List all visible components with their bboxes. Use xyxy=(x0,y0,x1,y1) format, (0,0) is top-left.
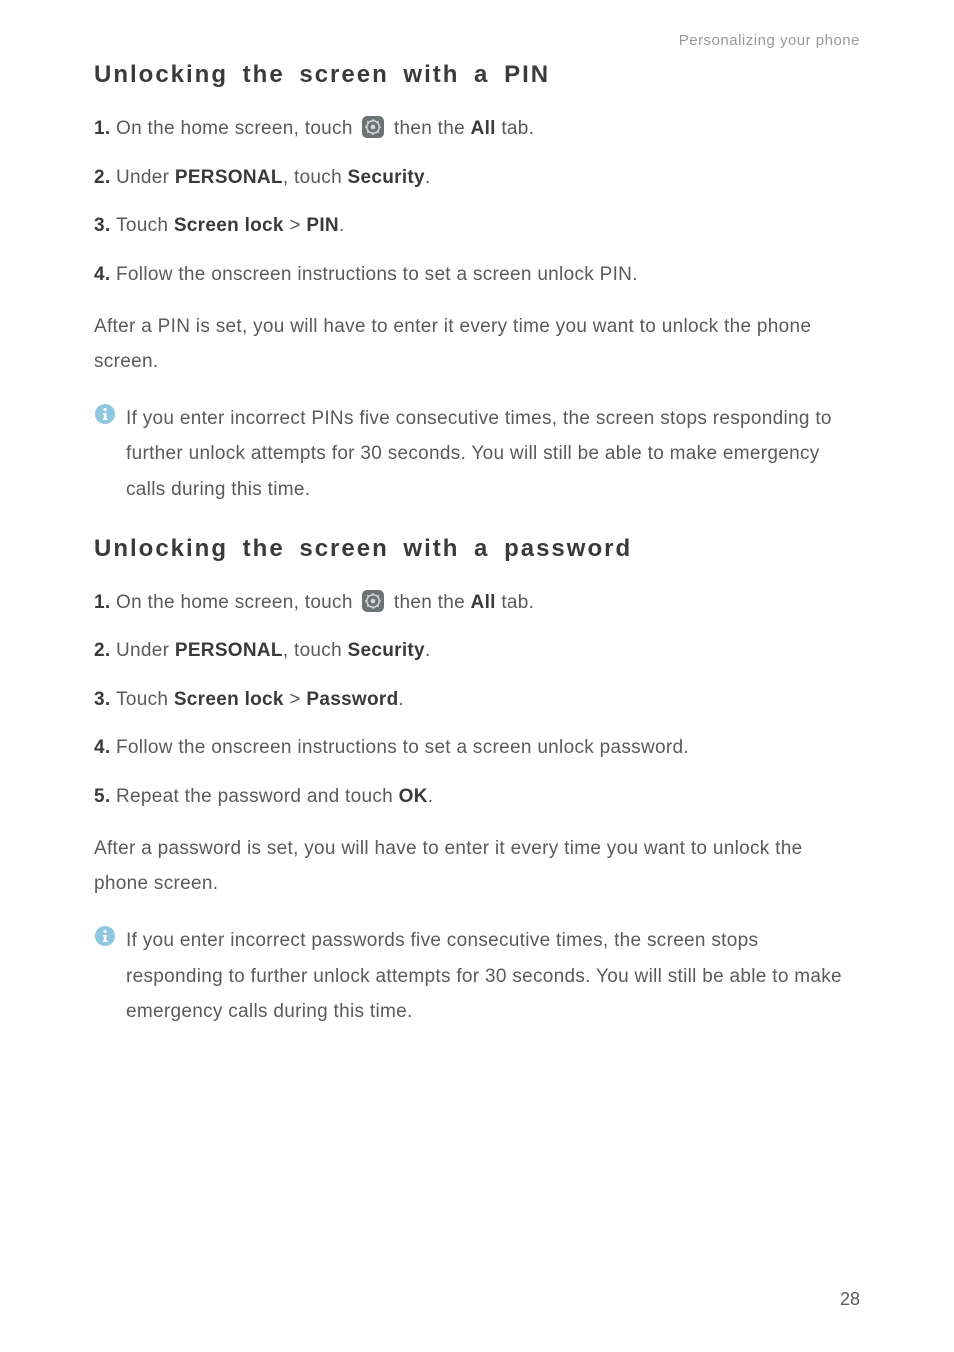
all-tab-label: All xyxy=(471,118,496,139)
section-heading-pin: Unlocking the screen with a PIN xyxy=(94,61,860,89)
step-text: , touch xyxy=(283,640,348,661)
after-pin-paragraph: After a PIN is set, you will have to ent… xyxy=(94,309,860,379)
gt-separator: > xyxy=(284,689,307,710)
step-text: , touch xyxy=(283,167,348,188)
step-text: Follow the onscreen instructions to set … xyxy=(116,737,689,758)
note-block-password: If you enter incorrect passwords five co… xyxy=(94,923,860,1028)
step-text: tab. xyxy=(496,118,534,139)
step-text: . xyxy=(425,640,431,661)
settings-icon xyxy=(362,116,384,138)
step-number: 2. xyxy=(94,640,116,661)
note-block-pin: If you enter incorrect PINs five consecu… xyxy=(94,401,860,506)
step-number: 2. xyxy=(94,167,116,188)
screen-lock-label: Screen lock xyxy=(174,689,284,710)
step-text: Repeat the password and touch xyxy=(116,786,399,807)
step-text: Follow the onscreen instructions to set … xyxy=(116,264,638,285)
security-label: Security xyxy=(348,167,425,188)
info-icon xyxy=(94,403,116,425)
document-page: Personalizing your phone Unlocking the s… xyxy=(0,0,954,1352)
step-number: 3. xyxy=(94,689,116,710)
section-heading-password: Unlocking the screen with a password xyxy=(94,535,860,563)
screen-lock-label: Screen lock xyxy=(174,215,284,236)
step-text: Touch xyxy=(116,689,174,710)
step-text: On the home screen, touch xyxy=(116,118,358,139)
page-number: 28 xyxy=(840,1289,860,1310)
pin-label: PIN xyxy=(306,215,339,236)
step-number: 3. xyxy=(94,215,116,236)
gt-separator: > xyxy=(284,215,307,236)
step-text: tab. xyxy=(496,592,534,613)
settings-icon xyxy=(362,590,384,612)
note-text: If you enter incorrect PINs five consecu… xyxy=(126,401,860,506)
step-3-pin: 3. Touch Screen lock > PIN. xyxy=(94,212,860,241)
step-number: 5. xyxy=(94,786,116,807)
step-4-pin: 4. Follow the onscreen instructions to s… xyxy=(94,261,860,290)
step-5-password: 5. Repeat the password and touch OK. xyxy=(94,783,860,812)
step-text: Touch xyxy=(116,215,174,236)
step-text: then the xyxy=(388,118,470,139)
step-number: 4. xyxy=(94,264,116,285)
personal-label: PERSONAL xyxy=(175,167,283,188)
step-4-password: 4. Follow the onscreen instructions to s… xyxy=(94,734,860,763)
step-1-password: 1. On the home screen, touch then the Al… xyxy=(94,589,860,618)
step-text: . xyxy=(425,167,431,188)
security-label: Security xyxy=(348,640,425,661)
step-2-password: 2. Under PERSONAL, touch Security. xyxy=(94,637,860,666)
step-number: 4. xyxy=(94,737,116,758)
info-icon xyxy=(94,925,116,947)
step-text: Under xyxy=(116,640,175,661)
step-text: On the home screen, touch xyxy=(116,592,358,613)
step-1-pin: 1. On the home screen, touch then the Al… xyxy=(94,115,860,144)
breadcrumb: Personalizing your phone xyxy=(94,32,860,49)
all-tab-label: All xyxy=(471,592,496,613)
step-2-pin: 2. Under PERSONAL, touch Security. xyxy=(94,164,860,193)
step-number: 1. xyxy=(94,118,116,139)
note-text: If you enter incorrect passwords five co… xyxy=(126,923,860,1028)
step-text: . xyxy=(399,689,405,710)
step-3-password: 3. Touch Screen lock > Password. xyxy=(94,686,860,715)
personal-label: PERSONAL xyxy=(175,640,283,661)
step-text: . xyxy=(428,786,434,807)
after-password-paragraph: After a password is set, you will have t… xyxy=(94,831,860,901)
password-label: Password xyxy=(306,689,398,710)
step-text: then the xyxy=(388,592,470,613)
ok-label: OK xyxy=(399,786,428,807)
step-number: 1. xyxy=(94,592,116,613)
step-text: Under xyxy=(116,167,175,188)
step-text: . xyxy=(339,215,345,236)
